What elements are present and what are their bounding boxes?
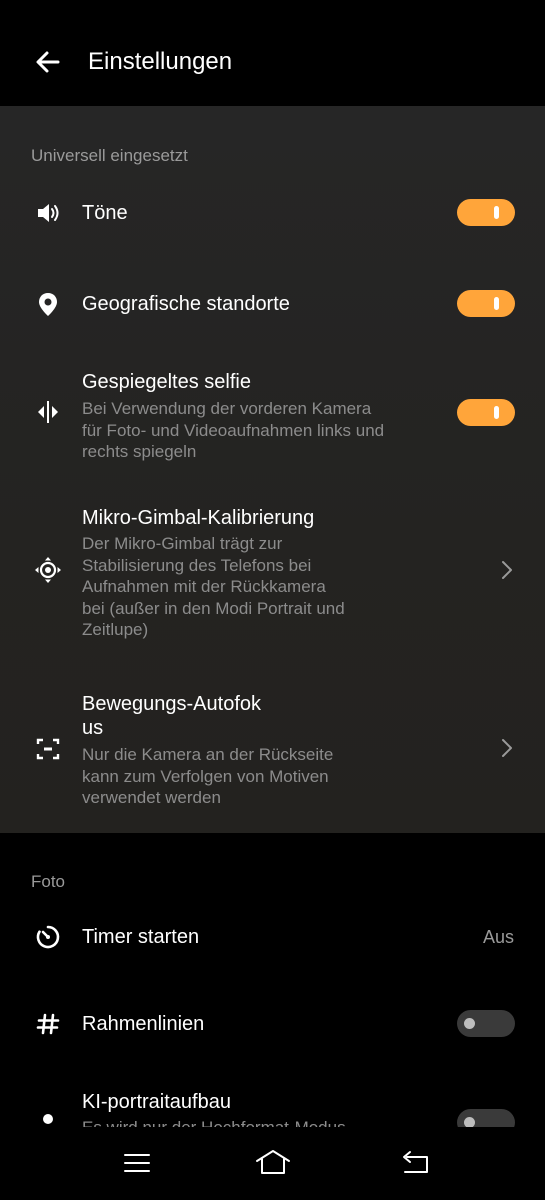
setting-label: Mikro-Gimbal-Kalibrierung (82, 507, 315, 529)
mirror-icon (38, 401, 58, 423)
app-header: Einstellungen (0, 0, 545, 106)
focus-frame-icon (36, 738, 60, 760)
setting-description-line: Aufnahmen mit der Rückkamera (82, 577, 326, 596)
setting-description-line: Zeitlupe) (82, 620, 149, 639)
setting-description-line: Stabilisierung des Telefons bei (82, 555, 312, 575)
setting-timer[interactable]: Timer starten Aus (0, 914, 545, 960)
back-return-icon[interactable] (397, 1147, 433, 1179)
timer-value: Aus (482, 927, 514, 947)
setting-description-line: Bei Verwendung der vorderen Kamera (82, 399, 372, 418)
setting-tones[interactable]: Töne (0, 190, 545, 236)
location-pin-icon (39, 293, 57, 316)
arrow-left-icon[interactable] (30, 44, 66, 80)
setting-description-line: verwendet werden (82, 788, 221, 807)
timer-icon (36, 925, 60, 949)
setting-locations[interactable]: Geografische standorte (0, 281, 545, 327)
setting-motion-autofocus[interactable]: Bewegungs-Autofok us Nur die Kamera an d… (0, 691, 545, 811)
setting-label-line: us (82, 717, 104, 739)
setting-mirrored-selfie[interactable]: Gespiegeltes selfie Bei Verwendung der v… (0, 368, 545, 464)
setting-label: Rahmenlinien (82, 1013, 205, 1035)
setting-gimbal-calibration[interactable]: Mikro-Gimbal-Kalibrierung Der Mikro-Gimb… (0, 505, 545, 645)
chevron-right-icon (502, 739, 512, 757)
system-navigation-bar (0, 1127, 545, 1200)
setting-label: KI-portraitaufbau (82, 1091, 231, 1113)
mirrored-selfie-toggle[interactable] (457, 399, 515, 426)
setting-grid-lines[interactable]: Rahmenlinien (0, 1001, 545, 1047)
speaker-icon (38, 204, 59, 222)
home-icon[interactable] (255, 1147, 291, 1179)
setting-description-line: rechts spiegeln (82, 442, 197, 461)
locations-toggle[interactable] (457, 290, 515, 317)
tones-toggle[interactable] (457, 199, 515, 226)
setting-label: Timer starten (82, 926, 200, 948)
grid-lines-toggle[interactable] (457, 1010, 515, 1037)
setting-description-line: bei (außer in den Modi Portrait und (82, 598, 345, 618)
gimbal-icon (35, 557, 61, 583)
setting-description-line: Der Mikro-Gimbal trägt zur (82, 534, 283, 553)
setting-label: Gespiegeltes selfie (82, 371, 251, 393)
setting-description-line: für Foto- und Videoaufnahmen links und (82, 420, 385, 440)
setting-description-line: Nur die Kamera an der Rückseite (82, 745, 334, 764)
page-title: Einstellungen (88, 48, 233, 75)
grid-hash-icon (36, 1013, 60, 1035)
section-label-photo: Foto (31, 872, 66, 891)
menu-icon[interactable] (119, 1147, 155, 1179)
section-label-universal: Universell eingesetzt (31, 146, 188, 165)
setting-label: Geografische standorte (82, 293, 290, 315)
setting-label-line: Bewegungs-Autofok (82, 693, 262, 715)
chevron-right-icon (502, 561, 512, 579)
setting-description-line: kann zum Verfolgen von Motiven (82, 766, 329, 786)
setting-label: Töne (82, 202, 128, 224)
